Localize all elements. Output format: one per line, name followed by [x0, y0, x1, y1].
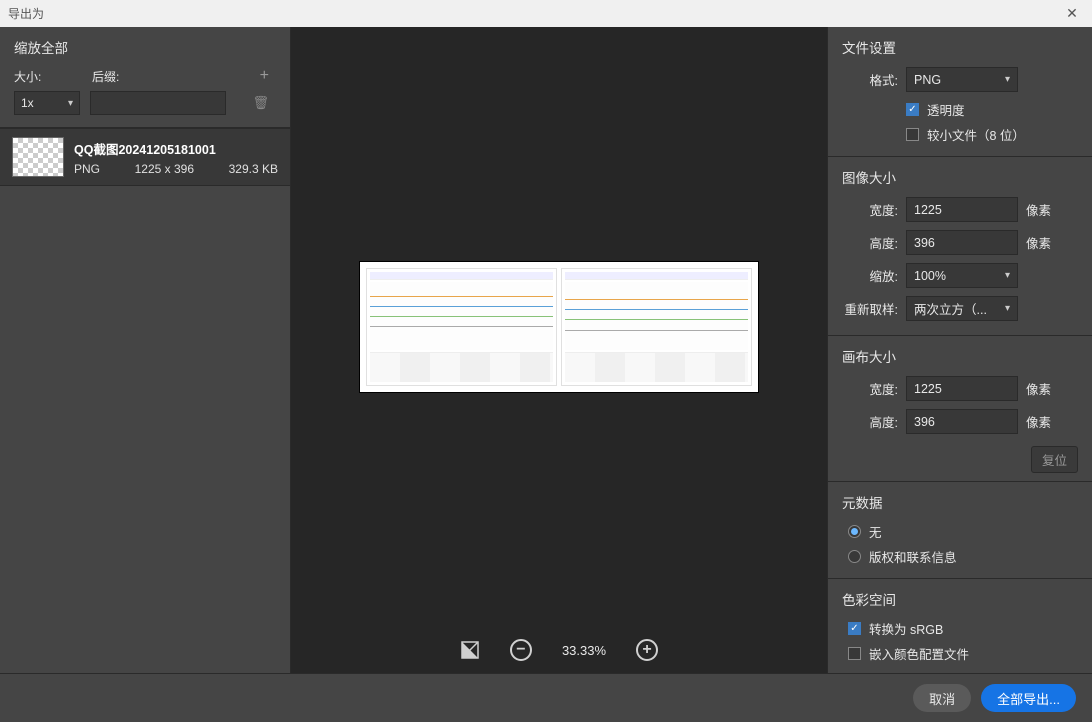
chevron-down-icon: ▾: [1005, 270, 1010, 281]
zoom-in-icon[interactable]: +: [636, 639, 658, 661]
unit-label: 像素: [1026, 412, 1051, 431]
smaller-file-label: 较小文件（8 位）: [927, 125, 1025, 144]
transparency-label: 透明度: [927, 100, 965, 119]
canvas-height-label: 高度:: [864, 412, 898, 431]
asset-format: PNG: [74, 162, 100, 176]
unit-label: 像素: [1026, 233, 1051, 252]
trash-icon[interactable]: 🗑: [252, 95, 269, 111]
right-panel: 文件设置 格式: PNG ▾ ✓ 透明度 较小文件（8 位） 图像大小 宽度:: [827, 27, 1092, 673]
smaller-file-checkbox[interactable]: [906, 128, 919, 141]
metadata-copyright-radio[interactable]: [848, 550, 861, 563]
img-height-input[interactable]: [906, 230, 1018, 255]
metadata-title: 元数据: [842, 492, 1078, 512]
left-panel: 缩放全部 大小: 后缀: + 1x ▾ 🗑 QQ截图20241205181001: [0, 27, 291, 673]
canvas-height-input[interactable]: [906, 409, 1018, 434]
unit-label: 像素: [1026, 200, 1051, 219]
titlebar: 导出为 ✕: [0, 0, 1092, 27]
img-scale-select[interactable]: 100% ▾: [906, 263, 1018, 288]
suffix-input[interactable]: [90, 91, 226, 115]
compare-icon[interactable]: [460, 640, 480, 660]
center-panel: − 33.33% +: [291, 27, 827, 673]
convert-srgb-label: 转换为 sRGB: [869, 619, 943, 638]
window-title: 导出为: [8, 5, 44, 22]
canvas-size-title: 画布大小: [842, 346, 1078, 366]
preview-stage[interactable]: [291, 27, 827, 627]
format-label: 格式:: [864, 70, 898, 89]
img-height-label: 高度:: [864, 233, 898, 252]
asset-filesize: 329.3 KB: [229, 162, 278, 176]
canvas-width-input[interactable]: [906, 376, 1018, 401]
transparency-checkbox[interactable]: ✓: [906, 103, 919, 116]
scale-all-title: 缩放全部: [14, 37, 276, 57]
zoom-level[interactable]: 33.33%: [562, 643, 606, 658]
export-all-button[interactable]: 全部导出...: [981, 684, 1076, 712]
format-select[interactable]: PNG ▾: [906, 67, 1018, 92]
reset-button[interactable]: 复位: [1031, 446, 1078, 473]
canvas-width-label: 宽度:: [864, 379, 898, 398]
asset-dimensions: 1225 x 396: [135, 162, 194, 176]
asset-name: QQ截图20241205181001: [74, 139, 278, 158]
resample-label: 重新取样:: [842, 299, 898, 318]
size-label: 大小:: [14, 68, 92, 85]
add-size-icon[interactable]: +: [260, 67, 269, 85]
footer: 取消 全部导出...: [0, 673, 1092, 722]
chevron-down-icon: ▾: [1005, 303, 1010, 314]
preview-image: [360, 262, 758, 392]
cancel-button[interactable]: 取消: [913, 684, 971, 712]
embed-profile-checkbox[interactable]: [848, 647, 861, 660]
img-scale-label: 缩放:: [864, 266, 898, 285]
chevron-down-icon: ▾: [1005, 74, 1010, 85]
close-icon[interactable]: ✕: [1052, 0, 1092, 27]
image-size-title: 图像大小: [842, 167, 1078, 187]
convert-srgb-checkbox[interactable]: ✓: [848, 622, 861, 635]
metadata-copyright-label: 版权和联系信息: [869, 547, 957, 566]
embed-profile-label: 嵌入颜色配置文件: [869, 644, 969, 663]
color-space-title: 色彩空间: [842, 589, 1078, 609]
metadata-none-radio[interactable]: [848, 525, 861, 538]
size-select[interactable]: 1x ▾: [14, 91, 80, 115]
unit-label: 像素: [1026, 379, 1051, 398]
asset-thumbnail: [12, 137, 64, 177]
size-value: 1x: [21, 96, 34, 110]
asset-item[interactable]: QQ截图20241205181001 PNG 1225 x 396 329.3 …: [0, 128, 290, 186]
zoom-out-icon[interactable]: −: [510, 639, 532, 661]
suffix-label: 后缀:: [92, 68, 170, 85]
img-width-label: 宽度:: [864, 200, 898, 219]
preview-toolbar: − 33.33% +: [291, 627, 827, 673]
resample-select[interactable]: 两次立方（... ▾: [906, 296, 1018, 321]
file-settings-title: 文件设置: [842, 37, 1078, 57]
img-width-input[interactable]: [906, 197, 1018, 222]
chevron-down-icon: ▾: [68, 98, 73, 109]
metadata-none-label: 无: [869, 522, 882, 541]
